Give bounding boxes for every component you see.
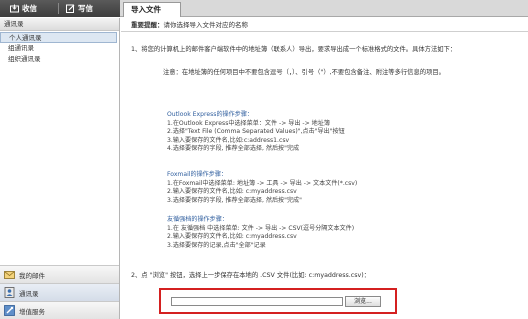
file-upload-highlight: 浏览...: [159, 288, 397, 314]
nav-my-mail-label: 我的邮件: [19, 271, 45, 280]
outlook-step: 1.在Outlook Express中选择菜单：文件 -> 导出 -> 地址簿: [167, 119, 330, 127]
outlook-steps: Outlook Express的操作步骤： 1.在Outlook Express…: [167, 111, 345, 154]
other-client-step: 3.选择要保存的记录,点击"全部"记录: [167, 241, 266, 249]
note-text: 注意：在地址簿的任何项目中不要包含逗号（，）、引号（"）,不要包含备注、附注等多…: [163, 69, 445, 76]
outlook-step: 4.选择要保存的字段, 推荐全部选择, 然后按"完成: [167, 145, 300, 153]
outlook-title: Outlook Express的操作步骤：: [167, 111, 254, 118]
sidebar-item-personal-contacts[interactable]: 个人通讯录: [0, 32, 117, 43]
notice-text: 请你选择导入文件对应的名称: [163, 21, 249, 29]
import-instructions: 1、将您的计算机上的邮件客户端软件中的地址簿（联系人）导出，要求导出成一个标准格…: [121, 33, 528, 319]
foxmail-step: 2.输入要保存的文件名,比如: c:myaddress.csv: [167, 188, 297, 196]
nav-value-added-label: 增值服务: [19, 307, 45, 316]
nav-contacts-label: 通讯录: [19, 289, 39, 298]
tab-import-file[interactable]: 导入文件: [123, 2, 181, 17]
other-client-steps: 友循强档的操作步骤： 1.在 友循强档 中选择菜单: 文件 -> 导出 -> C…: [167, 216, 354, 250]
divider: [58, 3, 59, 14]
sidebar-list: 个人通讯录 组通讯录 组织通讯录: [0, 31, 119, 65]
step-2-text: 2、点 "浏览" 按钮，选择上一步保存在本地的 .CSV 文件(比如: c:my…: [131, 272, 371, 279]
foxmail-step: 1.在Foxmail中选择菜单: 地址簿 -> 工具 -> 导出 -> 文本文件…: [167, 179, 358, 187]
mail-actions: 收信 写信: [0, 0, 120, 17]
inbox-button[interactable]: 收信: [10, 2, 37, 15]
compose-label: 写信: [78, 4, 93, 13]
browse-button[interactable]: 浏览...: [345, 296, 381, 307]
nav-contacts[interactable]: 通讯录: [0, 283, 119, 301]
sidebar-header: 通讯录: [0, 18, 119, 31]
sidebar-bottom-nav: 我的邮件 通讯录 增值服务: [0, 265, 119, 319]
sidebar-item-group-contacts[interactable]: 组通讯录: [0, 43, 119, 54]
other-client-title: 友循强档的操作步骤：: [167, 216, 228, 223]
contacts-icon: [4, 287, 15, 298]
top-bar: 收信 写信 导入文件: [0, 0, 528, 17]
outlook-step: 2.选择"Text File (Comma Separated Values)"…: [167, 128, 345, 136]
foxmail-steps: Foxmail的操作步骤： 1.在Foxmail中选择菜单: 地址簿 -> 工具…: [167, 171, 357, 205]
sidebar-item-org-contacts[interactable]: 组织通讯录: [0, 54, 119, 65]
sidebar: 通讯录 个人通讯录 组通讯录 组织通讯录 我的邮件 通讯录 增值服务: [0, 18, 120, 319]
envelope-icon: [4, 269, 15, 280]
tools-icon: [4, 305, 15, 316]
main-panel: 重要提醒：请你选择导入文件对应的名称 1、将您的计算机上的邮件客户端软件中的地址…: [121, 18, 528, 319]
compose-button[interactable]: 写信: [66, 2, 93, 15]
inbox-icon: [10, 4, 19, 13]
foxmail-step: 3.选择要保存的字段, 推荐全部选择, 然后按"完成": [167, 196, 302, 204]
file-path-input[interactable]: [171, 297, 343, 306]
nav-value-added[interactable]: 增值服务: [0, 301, 119, 319]
foxmail-title: Foxmail的操作步骤：: [167, 171, 228, 178]
nav-my-mail[interactable]: 我的邮件: [0, 265, 119, 283]
notice-bar: 重要提醒：请你选择导入文件对应的名称: [121, 18, 528, 32]
step-1-text: 1、将您的计算机上的邮件客户端软件中的地址簿（联系人）导出，要求导出成一个标准格…: [131, 46, 457, 53]
notice-label: 重要提醒：: [131, 21, 164, 29]
compose-icon: [66, 4, 75, 13]
other-client-step: 1.在 友循强档 中选择菜单: 文件 -> 导出 -> CSV(逗号分隔文本文件…: [167, 224, 355, 232]
other-client-step: 2.输入要保存的文件名,比如: c:myaddress.csv: [167, 233, 297, 241]
inbox-label: 收信: [22, 4, 37, 13]
